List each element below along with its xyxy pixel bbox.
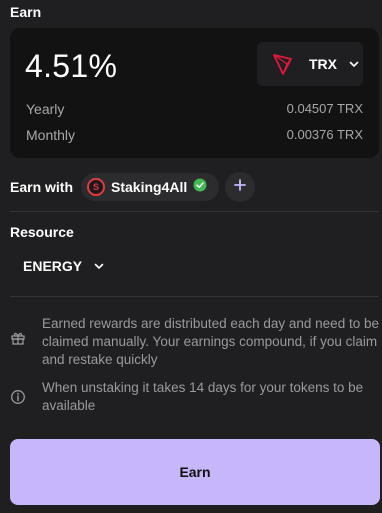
earn-with-label: Earn with [10, 179, 74, 195]
monthly-label: Monthly [26, 127, 76, 143]
earn-with-row: Earn with S Staking4All [10, 172, 256, 202]
validator-logo-icon: S [87, 178, 106, 196]
divider [10, 296, 378, 297]
earn-button[interactable]: Earn [10, 439, 380, 505]
info-unstake: When unstaking it takes 14 days for your… [10, 379, 380, 415]
apy-value: 4.51% [25, 48, 118, 84]
gift-icon [10, 330, 26, 346]
divider [10, 211, 378, 212]
tron-logo-icon [271, 52, 295, 76]
validator-name: Staking4All [111, 179, 188, 195]
page-title: Earn [10, 4, 42, 20]
info-rewards-text: Earned rewards are distributed each day … [42, 316, 379, 367]
chevron-down-icon [92, 259, 106, 273]
earnings-summary-card: 4.51% TRX Yearly 0.04507 TRX Monthly 0.0… [10, 28, 379, 158]
yearly-value: 0.04507 TRX [286, 101, 363, 116]
chevron-down-icon [347, 57, 361, 71]
info-circle-icon [10, 389, 26, 405]
info-unstake-text: When unstaking it takes 14 days for your… [42, 380, 364, 413]
resource-selector[interactable]: ENERGY [23, 258, 106, 274]
resource-title: Resource [10, 224, 74, 240]
plus-icon [234, 178, 247, 196]
info-rewards: Earned rewards are distributed each day … [10, 315, 380, 369]
token-selector[interactable]: TRX [257, 42, 363, 86]
yearly-label: Yearly [26, 101, 65, 117]
add-validator-button[interactable] [225, 172, 256, 202]
verified-check-icon [193, 178, 207, 197]
monthly-value: 0.00376 TRX [286, 127, 363, 142]
validator-chip[interactable]: S Staking4All [81, 173, 220, 201]
token-name: TRX [309, 56, 337, 72]
resource-value: ENERGY [23, 258, 83, 274]
